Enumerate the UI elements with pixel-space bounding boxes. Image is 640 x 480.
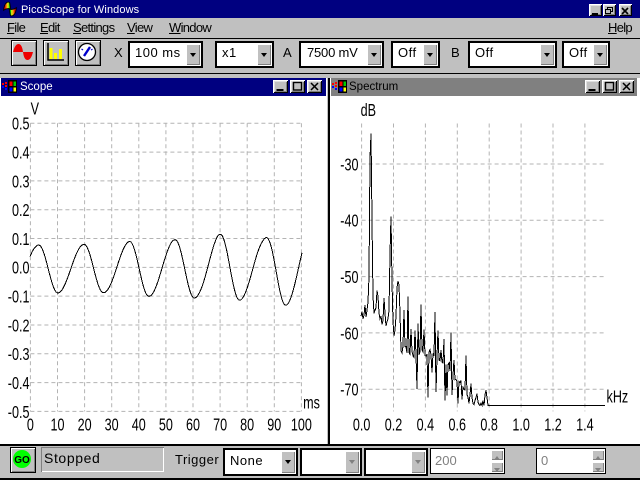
svg-text:-70: -70	[340, 381, 358, 401]
svg-text:-0.4: -0.4	[8, 374, 30, 394]
svg-text:0.1: 0.1	[12, 230, 30, 250]
svg-text:90: 90	[267, 416, 281, 436]
svg-text:-0.3: -0.3	[8, 345, 30, 365]
svg-text:V: V	[31, 100, 40, 120]
svg-text:10: 10	[51, 416, 65, 436]
svg-text:0.4: 0.4	[12, 144, 30, 164]
svg-text:60: 60	[186, 416, 200, 436]
svg-text:0.8: 0.8	[480, 416, 498, 436]
svg-text:0.2: 0.2	[385, 416, 403, 436]
svg-text:0.6: 0.6	[449, 416, 467, 436]
svg-text:70: 70	[213, 416, 227, 436]
svg-text:40: 40	[132, 416, 146, 436]
svg-text:0.0: 0.0	[12, 259, 30, 279]
svg-text:-40: -40	[340, 212, 358, 232]
svg-text:0.3: 0.3	[12, 172, 30, 192]
svg-text:100: 100	[291, 416, 312, 436]
svg-text:0: 0	[27, 416, 34, 436]
svg-text:80: 80	[240, 416, 254, 436]
svg-text:0.5: 0.5	[12, 115, 30, 135]
svg-text:-50: -50	[340, 268, 358, 288]
svg-text:1.0: 1.0	[512, 416, 530, 436]
svg-text:0.4: 0.4	[417, 416, 435, 436]
svg-text:-0.2: -0.2	[8, 316, 30, 336]
svg-text:-30: -30	[340, 155, 358, 175]
svg-text:GO: GO	[14, 455, 30, 466]
svg-text:dB: dB	[361, 101, 376, 121]
svg-text:-0.1: -0.1	[8, 288, 30, 308]
svg-text:1.4: 1.4	[576, 416, 594, 436]
svg-text:0.0: 0.0	[353, 416, 371, 436]
svg-text:1.2: 1.2	[544, 416, 562, 436]
svg-text:-60: -60	[340, 324, 358, 344]
svg-text:30: 30	[105, 416, 119, 436]
svg-text:kHz: kHz	[607, 388, 629, 408]
svg-text:ms: ms	[303, 394, 320, 414]
svg-text:20: 20	[78, 416, 92, 436]
svg-text:0.2: 0.2	[12, 201, 30, 221]
svg-text:50: 50	[159, 416, 173, 436]
